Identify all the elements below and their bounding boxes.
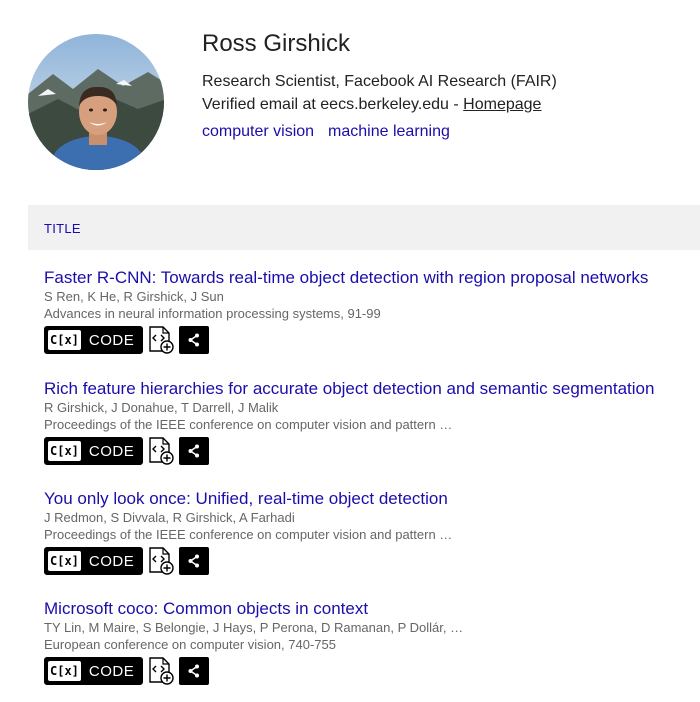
article-venue: European conference on computer vision, …: [44, 637, 336, 652]
article-authors: R Girshick, J Donahue, T Darrell, J Mali…: [44, 400, 279, 415]
article-authors: S Ren, K He, R Girshick, J Sun: [44, 289, 224, 304]
code-label: CODE: [88, 442, 135, 460]
article-actions: C[x] CODE: [44, 324, 694, 356]
homepage-link[interactable]: Homepage: [463, 96, 541, 113]
article-title-link[interactable]: Faster R-CNN: Towards real-time object d…: [44, 268, 694, 288]
article-venue: Proceedings of the IEEE conference on co…: [44, 527, 453, 542]
code-button[interactable]: C[x] CODE: [44, 657, 144, 685]
article-authors: TY Lin, M Maire, S Belongie, J Hays, P P…: [44, 620, 464, 635]
code-plus-icon: [149, 657, 174, 685]
table-header: TITLE: [28, 205, 700, 250]
article-title-link[interactable]: You only look once: Unified, real-time o…: [44, 489, 694, 509]
add-code-button[interactable]: [147, 325, 175, 355]
profile-name: Ross Girshick: [202, 30, 351, 57]
code-plus-icon: [149, 437, 174, 465]
verified-email-text: Verified email at eecs.berkeley.edu -: [202, 96, 464, 113]
code-plus-icon: [149, 547, 174, 575]
avatar: [28, 34, 164, 170]
article-venue: Advances in neural information processin…: [44, 306, 381, 321]
share-button[interactable]: [179, 547, 210, 575]
profile-header: Ross Girshick Research Scientist, Facebo…: [0, 0, 700, 200]
cx-logo-icon: C[x]: [48, 551, 81, 571]
add-code-button[interactable]: [147, 436, 175, 466]
cx-logo-icon: C[x]: [48, 661, 81, 681]
share-button[interactable]: [179, 326, 210, 354]
share-icon: [188, 554, 200, 568]
code-label: CODE: [88, 552, 135, 570]
profile-email: Verified email at eecs.berkeley.edu - Ho…: [202, 96, 541, 114]
code-plus-icon: [149, 326, 174, 354]
article-actions: C[x] CODE: [44, 435, 694, 467]
interest-link[interactable]: computer vision: [202, 123, 314, 140]
share-icon: [188, 333, 200, 347]
share-icon: [188, 664, 200, 678]
cx-logo-icon: C[x]: [48, 441, 81, 461]
article-actions: C[x] CODE: [44, 545, 694, 577]
add-code-button[interactable]: [147, 546, 175, 576]
article-row: Faster R-CNN: Towards real-time object d…: [44, 268, 694, 356]
code-button[interactable]: C[x] CODE: [44, 326, 144, 354]
interests-list: computer vision machine learning: [202, 123, 464, 141]
share-button[interactable]: [179, 437, 210, 465]
interest-link[interactable]: machine learning: [328, 123, 450, 140]
article-venue: Proceedings of the IEEE conference on co…: [44, 417, 453, 432]
article-row: You only look once: Unified, real-time o…: [44, 489, 694, 577]
add-code-button[interactable]: [147, 656, 175, 686]
share-icon: [188, 444, 200, 458]
article-actions: C[x] CODE: [44, 655, 694, 687]
profile-affiliation: Research Scientist, Facebook AI Research…: [202, 73, 557, 90]
article-title-link[interactable]: Microsoft coco: Common objects in contex…: [44, 599, 694, 619]
share-button[interactable]: [179, 657, 210, 685]
code-button[interactable]: C[x] CODE: [44, 437, 144, 465]
code-label: CODE: [88, 662, 135, 680]
code-label: CODE: [88, 331, 135, 349]
code-button[interactable]: C[x] CODE: [44, 547, 144, 575]
article-row: Rich feature hierarchies for accurate ob…: [44, 379, 694, 467]
cx-logo-icon: C[x]: [48, 330, 81, 350]
sort-by-title-header[interactable]: TITLE: [44, 221, 81, 236]
article-title-link[interactable]: Rich feature hierarchies for accurate ob…: [44, 379, 694, 399]
article-authors: J Redmon, S Divvala, R Girshick, A Farha…: [44, 510, 295, 525]
article-row: Microsoft coco: Common objects in contex…: [44, 599, 694, 687]
